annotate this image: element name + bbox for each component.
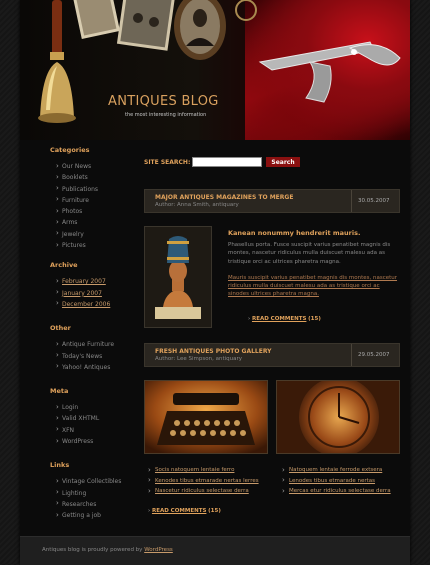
post-title[interactable]: FRESH ANTIQUES PHOTO GALLERY (155, 348, 271, 355)
read-comments: › READ COMMENTS (15) (148, 508, 221, 514)
post-header: MAJOR ANTIQUES MAGAZINES TO MERGE Author… (144, 189, 400, 213)
footer: Antiques blog is proudly powered by Word… (20, 536, 410, 565)
divider (351, 190, 352, 212)
meta-heading: Meta (50, 387, 69, 396)
links-heading: Links (50, 461, 70, 470)
read-comments-link[interactable]: READ COMMENTS (152, 508, 206, 514)
archive-link[interactable]: January 2007 (56, 287, 140, 299)
sidebar-link[interactable]: Researches (56, 498, 140, 510)
gallery-link[interactable]: Nascetur ridiculus selectase derra (148, 486, 259, 497)
read-comments-link[interactable]: READ COMMENTS (252, 316, 306, 322)
header-banner: ANTIQUES BLOG the most interesting infor… (20, 0, 410, 140)
gallery-link[interactable]: Kenodes tibus etmarade nertas lerres (148, 475, 259, 487)
category-link[interactable]: Publications (56, 183, 140, 195)
gallery-link[interactable]: Lenodes tibus etmarade nertas (282, 475, 391, 487)
category-link[interactable]: Jewelry (56, 228, 140, 240)
post-author: Author: Anna Smith, antiquary (155, 202, 239, 208)
arrow-icon: › (248, 316, 251, 322)
gallery-link[interactable]: Natoquem lentaie ferrode extsera (282, 465, 391, 476)
archive-heading: Archive (50, 261, 78, 270)
post-header: FRESH ANTIQUES PHOTO GALLERY Author: Lee… (144, 343, 400, 367)
category-link[interactable]: Furniture (56, 194, 140, 206)
search-button[interactable]: Search (266, 157, 300, 167)
post-link-paragraph[interactable]: Mauris suscipit varius penatibet magnis … (228, 274, 398, 299)
search-label: SITE SEARCH: (144, 159, 191, 166)
category-link[interactable]: Arms (56, 217, 140, 228)
other-link[interactable]: Yahoo! Antiques (56, 361, 140, 373)
site-logo-title[interactable]: ANTIQUES BLOG (108, 94, 238, 109)
meta-link[interactable]: Valid XHTML (56, 413, 140, 424)
other-list: Antique Furniture Today's News Yahoo! An… (50, 339, 140, 373)
meta-link[interactable]: XFN (56, 424, 140, 436)
post-date: 30.05.2007 (358, 198, 390, 204)
nefertiti-bust-image (144, 226, 212, 328)
other-link[interactable]: Antique Furniture (56, 339, 140, 350)
post-lead: Kanean nonummy hendrerit mauris. (228, 229, 361, 237)
gallery-link[interactable]: Socis natoquem lentaie ferro (148, 465, 259, 476)
old-photos-image (72, 0, 257, 60)
gallery-link[interactable]: Mercas etur ridiculus selectase derra (282, 486, 391, 497)
divider (351, 344, 352, 366)
arrow-icon: › (148, 508, 151, 514)
sidebar: Categories Our News Booklets Publication… (50, 146, 140, 536)
categories-list: Our News Booklets Publications Furniture… (50, 160, 140, 251)
footer-credit: Antiques blog is proudly powered by (42, 547, 143, 553)
category-link[interactable]: Our News (56, 160, 140, 172)
meta-link[interactable]: Login (56, 402, 140, 413)
meta-link[interactable]: WordPress (56, 436, 140, 447)
sidebar-link[interactable]: Getting a job (56, 510, 140, 521)
categories-heading: Categories (50, 146, 90, 154)
post-title[interactable]: MAJOR ANTIQUES MAGAZINES TO MERGE (155, 194, 293, 201)
clock-image[interactable] (276, 380, 400, 454)
post-date: 29.05.2007 (358, 352, 390, 358)
gallery-links-left: Socis natoquem lentaie ferro Kenodes tib… (148, 465, 259, 497)
site-tagline: the most interesting information (125, 112, 207, 118)
archive-link[interactable]: December 2006 (56, 298, 140, 310)
search-input[interactable] (192, 157, 262, 167)
archive-list: February 2007 January 2007 December 2006 (50, 276, 140, 310)
meta-list: Login Valid XHTML XFN WordPress (50, 402, 140, 447)
read-comments: › READ COMMENTS (15) (248, 316, 321, 322)
archive-link[interactable]: February 2007 (56, 276, 140, 287)
antique-pistol-image (258, 41, 401, 103)
post-paragraph: Phasellus porta. Fusce suscipit varius p… (228, 242, 391, 265)
sidebar-link[interactable]: Lighting (56, 487, 140, 499)
category-link[interactable]: Booklets (56, 172, 140, 183)
post-excerpt: Kanean nonummy hendrerit mauris. Phasell… (228, 229, 398, 307)
links-list: Vintage Collectibles Lighting Researches… (50, 476, 140, 521)
post-author: Author: Lee Simpson, antiquary (155, 356, 242, 362)
footer-text: Antiques blog is proudly powered by Word… (42, 547, 173, 553)
sidebar-link[interactable]: Vintage Collectibles (56, 476, 140, 487)
other-link[interactable]: Today's News (56, 350, 140, 362)
wordpress-link[interactable]: WordPress (144, 547, 173, 553)
category-link[interactable]: Photos (56, 206, 140, 217)
category-link[interactable]: Pictures (56, 240, 140, 251)
typewriter-image[interactable] (144, 380, 268, 454)
page: ANTIQUES BLOG the most interesting infor… (20, 0, 410, 565)
other-heading: Other (50, 324, 71, 333)
comments-count: (15) (208, 508, 221, 514)
bell-image (38, 0, 76, 123)
comments-count: (15) (308, 316, 321, 322)
gallery-links-right: Natoquem lentaie ferrode extsera Lenodes… (282, 465, 391, 497)
